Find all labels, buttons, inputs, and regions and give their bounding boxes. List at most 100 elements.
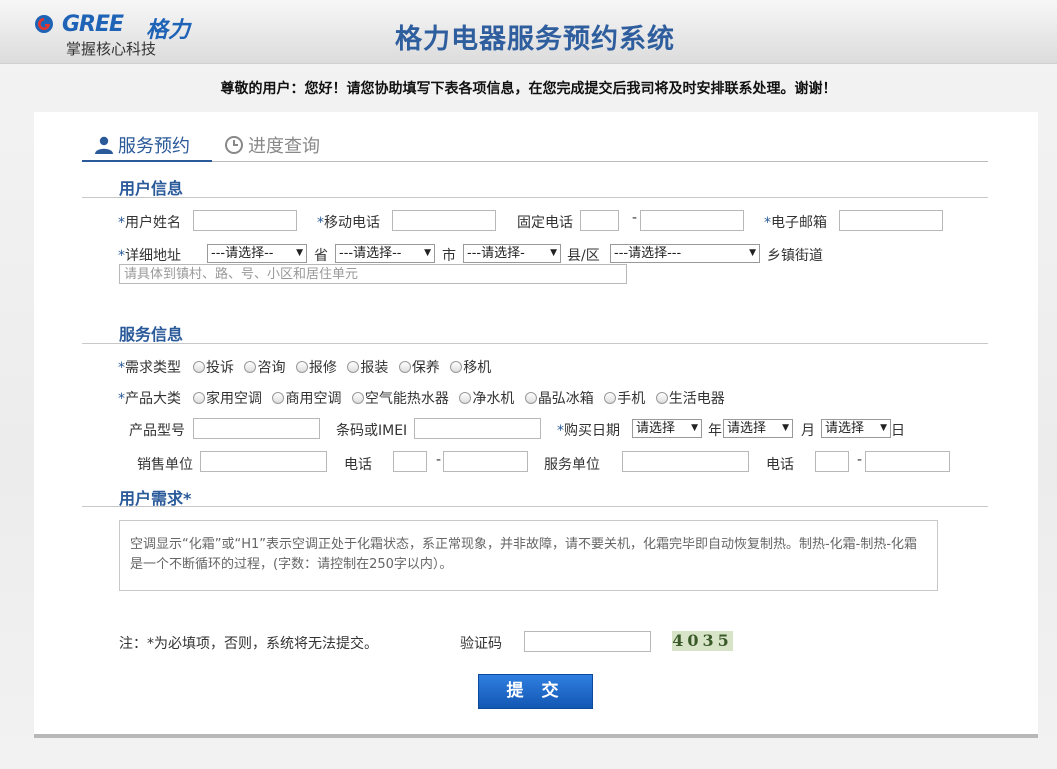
- radio-icon: [398, 361, 411, 373]
- clock-icon: [225, 136, 243, 154]
- required-star: *: [118, 360, 125, 376]
- email-input[interactable]: [839, 210, 943, 231]
- province-unit: 省: [314, 248, 328, 264]
- demand-option[interactable]: 咨询: [244, 360, 285, 376]
- tab-booking[interactable]: 服务预约: [94, 132, 190, 158]
- demand-option-label: 咨询: [257, 360, 286, 376]
- seller-input[interactable]: [200, 451, 327, 472]
- required-star: *: [764, 215, 771, 231]
- gree-logo[interactable]: GREE 格力 掌握核心科技: [34, 12, 194, 60]
- radio-icon: [244, 361, 257, 373]
- section-divider: [82, 343, 988, 344]
- tab-active-underline: [82, 160, 212, 162]
- dropdown-arrow-icon: ▼: [749, 248, 756, 258]
- province-select[interactable]: ---请选择-- ▼: [207, 244, 307, 263]
- demand-option[interactable]: 报修: [295, 360, 337, 376]
- city-select[interactable]: ---请选择-- ▼: [335, 244, 435, 263]
- demand-type-group: 投诉 咨询 报修 报装 保养 移机: [193, 357, 497, 377]
- county-select-value: ---请选择-: [467, 246, 525, 261]
- demand-option-label: 移机: [463, 360, 492, 376]
- radio-icon: [272, 392, 285, 404]
- category-option[interactable]: 空气能热水器: [351, 391, 449, 407]
- landline-number-input[interactable]: [640, 210, 744, 231]
- demand-option[interactable]: 报装: [347, 360, 388, 376]
- name-input[interactable]: [193, 210, 297, 231]
- barcode-label: 条码或IMEI: [336, 423, 408, 439]
- radio-icon: [459, 392, 472, 404]
- landline-label: 固定电话: [517, 215, 573, 231]
- county-select[interactable]: ---请选择- ▼: [463, 244, 561, 263]
- submit-button[interactable]: 提 交: [478, 674, 593, 709]
- service-phone-dash: -: [857, 452, 863, 468]
- seller-phone-area-input[interactable]: [393, 451, 427, 472]
- demand-option[interactable]: 投诉: [193, 360, 234, 376]
- address-label-text: 详细地址: [125, 248, 181, 264]
- day-select-value: 请选择: [825, 421, 865, 436]
- category-option-label: 生活电器: [668, 391, 725, 407]
- section-user-info: 用户信息: [119, 179, 184, 198]
- month-select-value: 请选择: [727, 421, 767, 436]
- year-select[interactable]: 请选择 ▼: [632, 419, 702, 438]
- demand-option[interactable]: 移机: [450, 360, 491, 376]
- section-service-info: 服务信息: [119, 325, 184, 344]
- model-label: 产品型号: [129, 423, 185, 439]
- header-bar: GREE 格力 掌握核心科技 格力电器服务预约系统: [0, 0, 1057, 64]
- radio-icon: [351, 392, 364, 404]
- month-select[interactable]: 请选择 ▼: [723, 419, 793, 438]
- town-unit: 乡镇街道: [767, 248, 823, 264]
- slogan: 掌握核心科技: [66, 40, 157, 58]
- category-option[interactable]: 晶弘冰箱: [524, 391, 594, 407]
- captcha-image[interactable]: 4035: [672, 631, 733, 651]
- tab-progress[interactable]: 进度查询: [224, 132, 320, 158]
- seller-phone-label: 电话: [344, 457, 372, 473]
- service-phone-area-input[interactable]: [815, 451, 849, 472]
- tab-progress-label: 进度查询: [248, 136, 320, 157]
- user-icon: [95, 136, 113, 154]
- service-phone-label: 电话: [766, 457, 794, 473]
- category-option[interactable]: 手机: [604, 391, 645, 407]
- needs-textarea[interactable]: 空调显示“化霜”或“H1”表示空调正处于化霜状态，系正常现象，并非故障，请不要关…: [119, 520, 938, 591]
- seller-phone-input[interactable]: [443, 451, 528, 472]
- seller-phone-dash: -: [436, 452, 442, 468]
- demand-option-label: 报修: [308, 360, 337, 376]
- service-unit-label: 服务单位: [544, 457, 600, 473]
- radio-icon: [450, 361, 463, 373]
- service-unit-input[interactable]: [622, 451, 749, 472]
- model-input[interactable]: [193, 418, 320, 439]
- panel-shadow: [34, 734, 1038, 738]
- landline-dash: -: [632, 210, 638, 226]
- address-label: *详细地址: [118, 245, 181, 265]
- email-label-text: 电子邮箱: [771, 215, 827, 231]
- seller-label: 销售单位: [137, 457, 193, 473]
- section-divider: [82, 197, 988, 198]
- day-select[interactable]: 请选择 ▼: [821, 419, 891, 438]
- dropdown-arrow-icon: ▼: [880, 423, 887, 433]
- category-option[interactable]: 商用空调: [272, 391, 341, 407]
- service-phone-input[interactable]: [865, 451, 950, 472]
- required-star: *: [557, 423, 564, 439]
- radio-icon: [193, 392, 205, 404]
- mobile-label: *移动电话: [317, 212, 380, 232]
- demand-type-label: *需求类型: [118, 357, 181, 377]
- barcode-input[interactable]: [414, 418, 541, 439]
- required-note: 注：*为必填项，否则，系统将无法提交。: [119, 636, 378, 652]
- category-option[interactable]: 净水机: [459, 391, 514, 407]
- landline-area-input[interactable]: [580, 210, 619, 231]
- category-option[interactable]: 家用空调: [193, 391, 262, 407]
- category-group: 家用空调 商用空调 空气能热水器 净水机 晶弘冰箱 手机 生活电器: [193, 388, 731, 408]
- county-unit: 县/区: [567, 248, 600, 264]
- tab-booking-label: 服务预约: [118, 136, 190, 157]
- captcha-input[interactable]: [524, 631, 651, 652]
- town-select[interactable]: ---请选择--- ▼: [610, 244, 760, 263]
- radio-icon: [524, 392, 537, 404]
- required-star: *: [317, 215, 324, 231]
- mobile-input[interactable]: [392, 210, 496, 231]
- category-option[interactable]: 生活电器: [655, 391, 725, 407]
- demand-type-label-text: 需求类型: [125, 360, 181, 376]
- address-detail-input[interactable]: [119, 264, 627, 284]
- captcha-label: 验证码: [460, 636, 502, 652]
- day-unit: 日: [891, 423, 905, 439]
- demand-option[interactable]: 保养: [398, 360, 440, 376]
- category-option-label: 手机: [617, 391, 646, 407]
- demand-option-label: 投诉: [206, 360, 234, 376]
